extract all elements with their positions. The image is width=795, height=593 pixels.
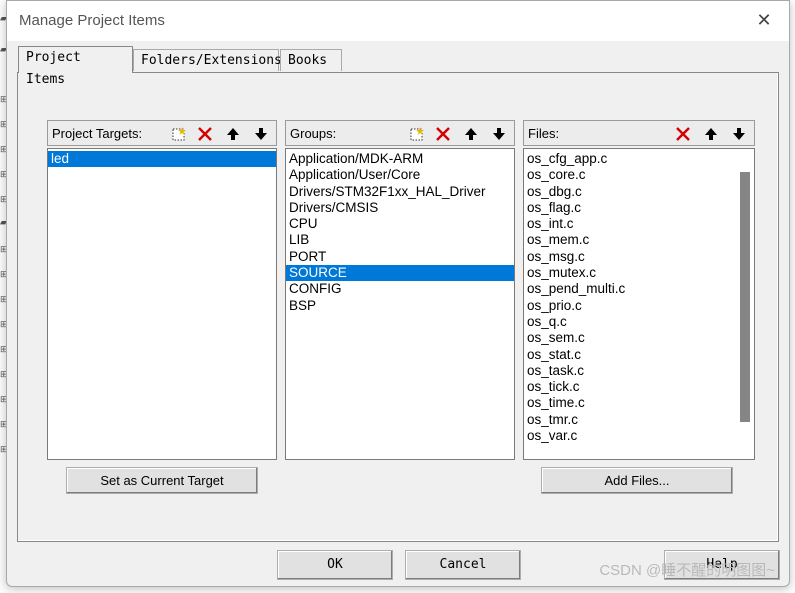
move-target-down-button[interactable] <box>250 122 272 144</box>
ok-button[interactable]: OK <box>277 550 393 580</box>
tab-books[interactable]: Books <box>280 49 342 71</box>
file-list-item[interactable]: os_prio.c <box>524 298 754 314</box>
groups-list[interactable]: Application/MDK-ARM Application/User/Core… <box>285 148 515 460</box>
move-down-icon <box>493 128 505 140</box>
move-group-up-button[interactable] <box>460 122 482 144</box>
file-list-item[interactable]: os_msg.c <box>524 249 754 265</box>
close-icon[interactable]: ✕ <box>753 9 775 31</box>
move-file-down-button[interactable] <box>728 122 750 144</box>
move-group-down-button[interactable] <box>488 122 510 144</box>
scrollbar-thumb[interactable] <box>740 172 750 422</box>
delete-target-button[interactable] <box>194 122 216 144</box>
file-list-item[interactable]: os_dbg.c <box>524 184 754 200</box>
file-list-item[interactable]: os_int.c <box>524 216 754 232</box>
files-items: os_cfg_app.c os_core.c os_dbg.c os_flag.c os… <box>524 149 754 444</box>
tab-project-items[interactable]: Project Items <box>18 46 133 87</box>
manage-project-items-dialog: Manage Project Items ✕ Project Items Fol… <box>6 0 790 587</box>
move-up-icon <box>465 128 477 140</box>
delete-file-button[interactable] <box>672 122 694 144</box>
files-list[interactable]: os_cfg_app.c os_core.c os_dbg.c os_flag.c os… <box>523 148 755 460</box>
watermark: CSDN @睡不醒的明图图~ <box>599 562 775 579</box>
groups-header: Groups: <box>285 120 515 146</box>
file-list-item[interactable]: os_stat.c <box>524 347 754 363</box>
target-list-item[interactable]: led <box>48 151 276 168</box>
file-list-item[interactable]: os_mem.c <box>524 232 754 248</box>
group-list-item[interactable]: Application/User/Core <box>286 167 514 183</box>
move-up-icon <box>705 128 717 140</box>
files-scrollbar[interactable] <box>736 150 753 458</box>
file-list-item[interactable]: os_cfg_app.c <box>524 151 754 167</box>
targets-list[interactable]: led <box>47 148 277 460</box>
group-list-item[interactable]: Drivers/CMSIS <box>286 200 514 216</box>
file-list-item[interactable]: os_time.c <box>524 395 754 411</box>
delete-icon <box>676 127 690 141</box>
move-file-up-button[interactable] <box>700 122 722 144</box>
project-items-panel: Project Targets: led Groups: Application… <box>17 72 779 542</box>
move-down-icon <box>255 128 267 140</box>
tab-folders-extensions[interactable]: Folders/Extensions <box>133 49 282 71</box>
group-list-item[interactable]: PORT <box>286 249 514 265</box>
file-list-item[interactable]: os_task.c <box>524 363 754 379</box>
move-down-icon <box>733 128 745 140</box>
set-current-target-button[interactable]: Set as Current Target <box>66 467 258 494</box>
delete-group-button[interactable] <box>432 122 454 144</box>
targets-items: led <box>48 149 276 168</box>
group-list-item[interactable]: BSP <box>286 298 514 314</box>
targets-header: Project Targets: <box>47 120 277 146</box>
group-list-item[interactable]: CPU <box>286 216 514 232</box>
file-list-item[interactable]: os_core.c <box>524 167 754 183</box>
files-label: Files: <box>528 126 560 141</box>
move-up-icon <box>227 128 239 140</box>
cancel-button[interactable]: Cancel <box>405 550 521 580</box>
delete-icon <box>198 127 212 141</box>
group-list-item[interactable]: Application/MDK-ARM <box>286 151 514 167</box>
groups-label: Groups: <box>290 126 337 141</box>
file-list-item[interactable]: os_tmr.c <box>524 412 754 428</box>
file-list-item[interactable]: os_var.c <box>524 428 754 444</box>
group-list-item[interactable]: LIB <box>286 232 514 248</box>
dialog-title: Manage Project Items <box>19 12 165 29</box>
groups-items: Application/MDK-ARM Application/User/Core… <box>286 149 514 314</box>
file-list-item[interactable]: os_mutex.c <box>524 265 754 281</box>
new-group-button[interactable] <box>406 122 428 144</box>
file-list-item[interactable]: os_pend_multi.c <box>524 281 754 297</box>
group-list-item[interactable]: CONFIG <box>286 281 514 297</box>
file-list-item[interactable]: os_sem.c <box>524 330 754 346</box>
add-files-button[interactable]: Add Files... <box>541 467 733 494</box>
file-list-item[interactable]: os_q.c <box>524 314 754 330</box>
move-target-up-button[interactable] <box>222 122 244 144</box>
delete-icon <box>436 127 450 141</box>
files-header: Files: <box>523 120 755 146</box>
titlebar: Manage Project Items ✕ <box>7 1 789 41</box>
new-item-icon <box>172 127 186 141</box>
group-list-item[interactable]: SOURCE <box>286 265 514 282</box>
group-list-item[interactable]: Drivers/STM32F1xx_HAL_Driver <box>286 184 514 200</box>
targets-label: Project Targets: <box>52 126 143 141</box>
file-list-item[interactable]: os_flag.c <box>524 200 754 216</box>
new-item-icon <box>410 127 424 141</box>
new-target-button[interactable] <box>168 122 190 144</box>
file-list-item[interactable]: os_tick.c <box>524 379 754 395</box>
